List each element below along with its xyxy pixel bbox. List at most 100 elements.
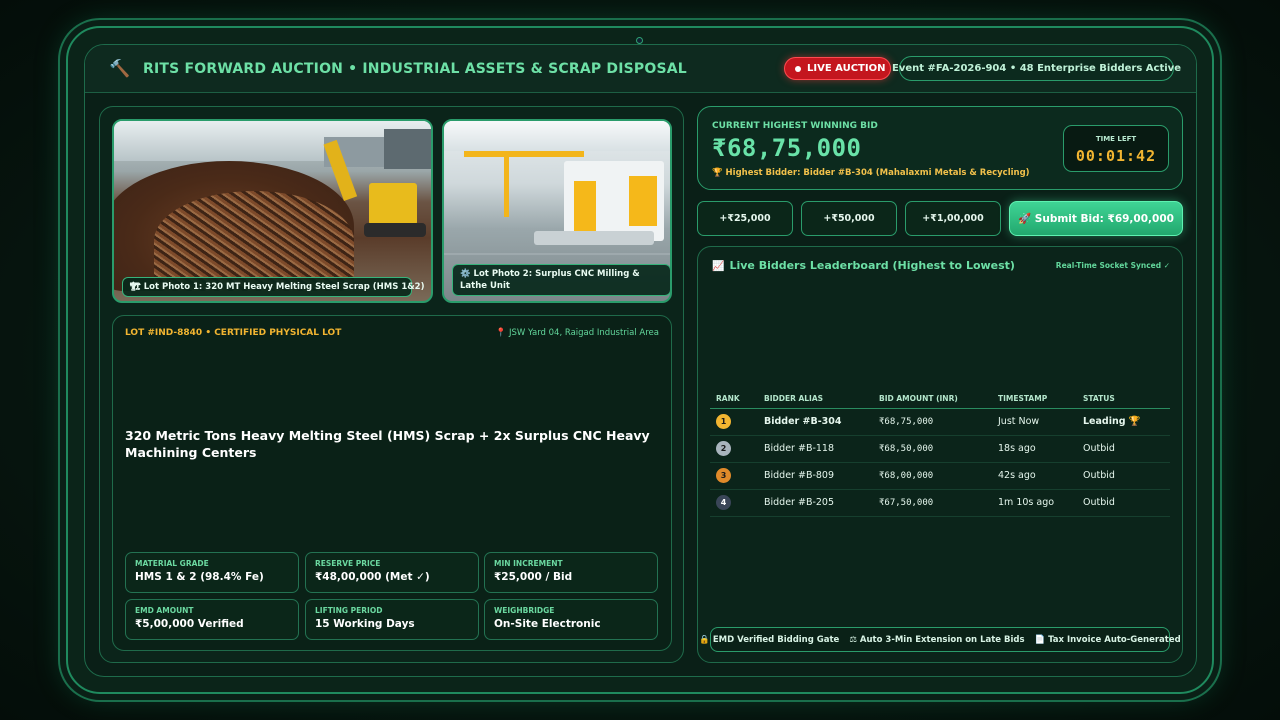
cnc-yellow-panel	[574, 181, 596, 236]
increment-25k-button[interactable]: +₹25,000	[697, 201, 793, 236]
current-bid-amount: ₹68,75,000	[712, 134, 862, 162]
hammer-icon: 🔨	[109, 59, 131, 79]
leaderboard-table: RANK BIDDER ALIAS BID AMOUNT (INR) TIMES…	[710, 390, 1170, 517]
live-dot-icon	[795, 65, 801, 72]
emd-gate-item: 🔒 EMD Verified Bidding Gate	[699, 634, 840, 645]
rank-badge: 4	[716, 495, 731, 510]
leaderboard-title: 📈 Live Bidders Leaderboard (Highest to Lo…	[712, 259, 1015, 272]
rank-cell: 1	[710, 408, 758, 436]
lot-photo-2[interactable]: ⚙️ Lot Photo 2: Surplus CNC Milling & La…	[442, 119, 672, 303]
bidder-alias: Bidder #B-118	[758, 435, 873, 463]
socket-sync-status: Real-Time Socket Synced ✓	[1055, 261, 1170, 270]
rank-badge: 2	[716, 441, 731, 456]
crane-post	[504, 157, 509, 217]
header-bar: 🔨 RITS FORWARD AUCTION • INDUSTRIAL ASSE…	[85, 45, 1196, 93]
bidder-alias: Bidder #B-304	[758, 408, 873, 436]
chart-icon: 📈	[712, 261, 725, 272]
cnc-yellow-panel-2	[629, 176, 657, 226]
spec-material-grade: MATERIAL GRADE HMS 1 & 2 (98.4% Fe)	[125, 552, 299, 593]
lot-panel: 🏗 Lot Photo 1: 320 MT Heavy Melting Stee…	[99, 106, 684, 663]
lot-location-text: JSW Yard 04, Raigad Industrial Area	[508, 328, 659, 338]
table-row[interactable]: 1 Bidder #B-304 ₹68,75,000 Just Now Lead…	[710, 408, 1170, 436]
leaderboard-panel: 📈 Live Bidders Leaderboard (Highest to Lo…	[697, 246, 1183, 663]
spec-label: MATERIAL GRADE	[135, 559, 209, 568]
excavator-track	[364, 223, 426, 237]
col-status: STATUS	[1077, 390, 1170, 409]
overhead-crane	[464, 151, 584, 157]
rank-cell: 2	[710, 435, 758, 463]
bid-time: Just Now	[992, 408, 1077, 436]
bid-status: Outbid	[1077, 489, 1170, 517]
page-title: RITS FORWARD AUCTION • INDUSTRIAL ASSETS…	[143, 61, 687, 77]
spec-weighbridge: WEIGHBRIDGE On-Site Electronic	[484, 599, 658, 640]
bid-amount: ₹68,00,000	[873, 462, 992, 490]
spec-label: EMD AMOUNT	[135, 606, 194, 615]
photo1-shed-2	[384, 129, 431, 169]
spec-label: MIN INCREMENT	[494, 559, 563, 568]
spec-value: ₹5,00,000 Verified	[135, 618, 244, 630]
excavator-body	[369, 183, 417, 225]
floor-line	[444, 253, 670, 255]
pin-icon: 📍	[495, 328, 507, 338]
lot-photo-1[interactable]: 🏗 Lot Photo 1: 320 MT Heavy Melting Stee…	[112, 119, 433, 303]
submit-bid-button[interactable]: 🚀 Submit Bid: ₹69,00,000	[1009, 201, 1183, 236]
col-timestamp: TIMESTAMP	[992, 390, 1077, 409]
cnc-bed	[534, 231, 654, 245]
rank-badge: 1	[716, 414, 731, 429]
rank-cell: 4	[710, 489, 758, 517]
table-row[interactable]: 2 Bidder #B-118 ₹68,50,000 18s ago Outbi…	[710, 435, 1170, 463]
auto-extension-item: ⚖ Auto 3-Min Extension on Late Bids	[849, 634, 1025, 645]
live-auction-label: LIVE AUCTION	[807, 63, 886, 74]
bid-time: 18s ago	[992, 435, 1077, 463]
col-bidder-alias: BIDDER ALIAS	[758, 390, 873, 409]
lot-details-card: LOT #IND-8840 • CERTIFIED PHYSICAL LOT 📍…	[112, 315, 672, 651]
live-auction-badge: LIVE AUCTION	[784, 57, 891, 80]
photo-caption-2: ⚙️ Lot Photo 2: Surplus CNC Milling & La…	[452, 264, 670, 296]
table-row[interactable]: 4 Bidder #B-205 ₹67,50,000 1m 10s ago Ou…	[710, 489, 1170, 517]
spec-lifting-period: LIFTING PERIOD 15 Working Days	[305, 599, 479, 640]
bid-amount: ₹67,50,000	[873, 489, 992, 517]
lot-id: LOT #IND-8840 • CERTIFIED PHYSICAL LOT	[125, 328, 342, 338]
bidder-alias: Bidder #B-205	[758, 489, 873, 517]
time-left-value: 00:01:42	[1075, 147, 1157, 165]
time-left-box: TIME LEFT 00:01:42	[1063, 125, 1169, 172]
spec-label: LIFTING PERIOD	[315, 606, 383, 615]
table-header-row: RANK BIDDER ALIAS BID AMOUNT (INR) TIMES…	[710, 390, 1170, 409]
bid-time: 42s ago	[992, 462, 1077, 490]
current-bid-card: CURRENT HIGHEST WINNING BID ₹68,75,000 🏆…	[697, 106, 1183, 190]
leaderboard-title-text: Live Bidders Leaderboard (Highest to Low…	[729, 259, 1015, 272]
bid-time: 1m 10s ago	[992, 489, 1077, 517]
spec-value: 15 Working Days	[315, 618, 415, 630]
spec-value: ₹48,00,000 (Met ✓)	[315, 571, 430, 583]
rank-cell: 3	[710, 462, 758, 490]
spec-reserve-price: RESERVE PRICE ₹48,00,000 (Met ✓)	[305, 552, 479, 593]
event-info-badge: Event #FA-2026-904 • 48 Enterprise Bidde…	[892, 56, 1181, 81]
auction-screen: 🔨 RITS FORWARD AUCTION • INDUSTRIAL ASSE…	[84, 44, 1197, 677]
col-bid-amount: BID AMOUNT (INR)	[873, 390, 992, 409]
increment-1l-button[interactable]: +₹1,00,000	[905, 201, 1001, 236]
scrap-heap-detail	[154, 191, 354, 291]
spec-value: HMS 1 & 2 (98.4% Fe)	[135, 571, 264, 583]
lot-location: 📍 JSW Yard 04, Raigad Industrial Area	[496, 328, 659, 338]
highest-bidder: 🏆 Highest Bidder: Bidder #B-304 (Mahalax…	[712, 168, 1030, 178]
spec-label: RESERVE PRICE	[315, 559, 381, 568]
spec-label: WEIGHBRIDGE	[494, 606, 555, 615]
increment-50k-button[interactable]: +₹50,000	[801, 201, 897, 236]
spec-value: ₹25,000 / Bid	[494, 571, 573, 583]
trust-features-bar: 🔒 EMD Verified Bidding Gate ⚖ Auto 3-Min…	[699, 627, 1181, 652]
photo-caption-1: 🏗 Lot Photo 1: 320 MT Heavy Melting Stee…	[122, 277, 424, 297]
bid-status: Leading 🏆	[1077, 408, 1170, 436]
bidder-alias: Bidder #B-809	[758, 462, 873, 490]
bid-status: Outbid	[1077, 462, 1170, 490]
spec-value: On-Site Electronic	[494, 618, 601, 630]
rank-badge: 3	[716, 468, 731, 483]
camera-dot	[636, 37, 643, 44]
tax-invoice-item: 📄 Tax Invoice Auto-Generated	[1034, 634, 1181, 645]
time-left-label: TIME LEFT	[1095, 135, 1137, 143]
col-rank: RANK	[710, 390, 758, 409]
bid-status: Outbid	[1077, 435, 1170, 463]
spec-emd-amount: EMD AMOUNT ₹5,00,000 Verified	[125, 599, 299, 640]
lot-title: 320 Metric Tons Heavy Melting Steel (HMS…	[125, 428, 650, 460]
spec-min-increment: MIN INCREMENT ₹25,000 / Bid	[484, 552, 658, 593]
table-row[interactable]: 3 Bidder #B-809 ₹68,00,000 42s ago Outbi…	[710, 462, 1170, 490]
